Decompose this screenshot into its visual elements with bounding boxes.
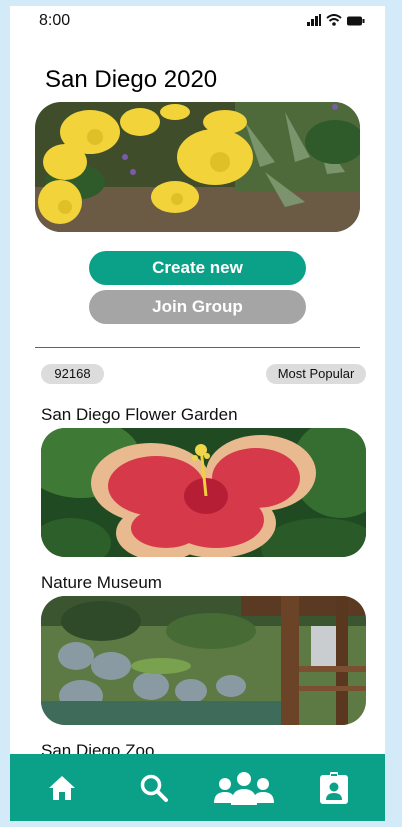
zip-code-chip[interactable]: 92168 — [41, 364, 104, 384]
wifi-icon — [326, 14, 342, 26]
status-time: 8:00 — [39, 12, 71, 29]
battery-icon — [347, 16, 365, 26]
signal-icon — [307, 14, 321, 26]
section-divider — [35, 347, 360, 348]
status-icons — [307, 14, 365, 26]
phone-screen: 8:00 San Diego 2020 Create new Join Grou… — [10, 6, 385, 821]
page-title: San Diego 2020 — [45, 66, 218, 93]
status-bar: 8:00 — [10, 6, 385, 36]
nav-search[interactable] — [136, 768, 172, 808]
create-new-button[interactable]: Create new — [89, 251, 306, 285]
place-title-nature-museum[interactable]: Nature Museum — [41, 573, 162, 593]
search-icon — [140, 774, 168, 802]
home-icon — [49, 776, 75, 800]
nav-profile[interactable] — [316, 768, 352, 808]
place-title-flower-garden[interactable]: San Diego Flower Garden — [41, 405, 238, 425]
nav-groups[interactable] — [212, 768, 276, 808]
hero-image-yarrow-flowers — [35, 102, 360, 232]
place-image-japanese-garden[interactable] — [41, 596, 366, 725]
join-group-button[interactable]: Join Group — [89, 290, 306, 324]
nav-home[interactable] — [44, 768, 80, 808]
profile-badge-icon — [320, 772, 348, 804]
place-image-hibiscus[interactable] — [41, 428, 366, 557]
bottom-nav-bar — [10, 754, 385, 821]
group-icon — [214, 772, 274, 805]
sort-most-popular-chip[interactable]: Most Popular — [266, 364, 366, 384]
